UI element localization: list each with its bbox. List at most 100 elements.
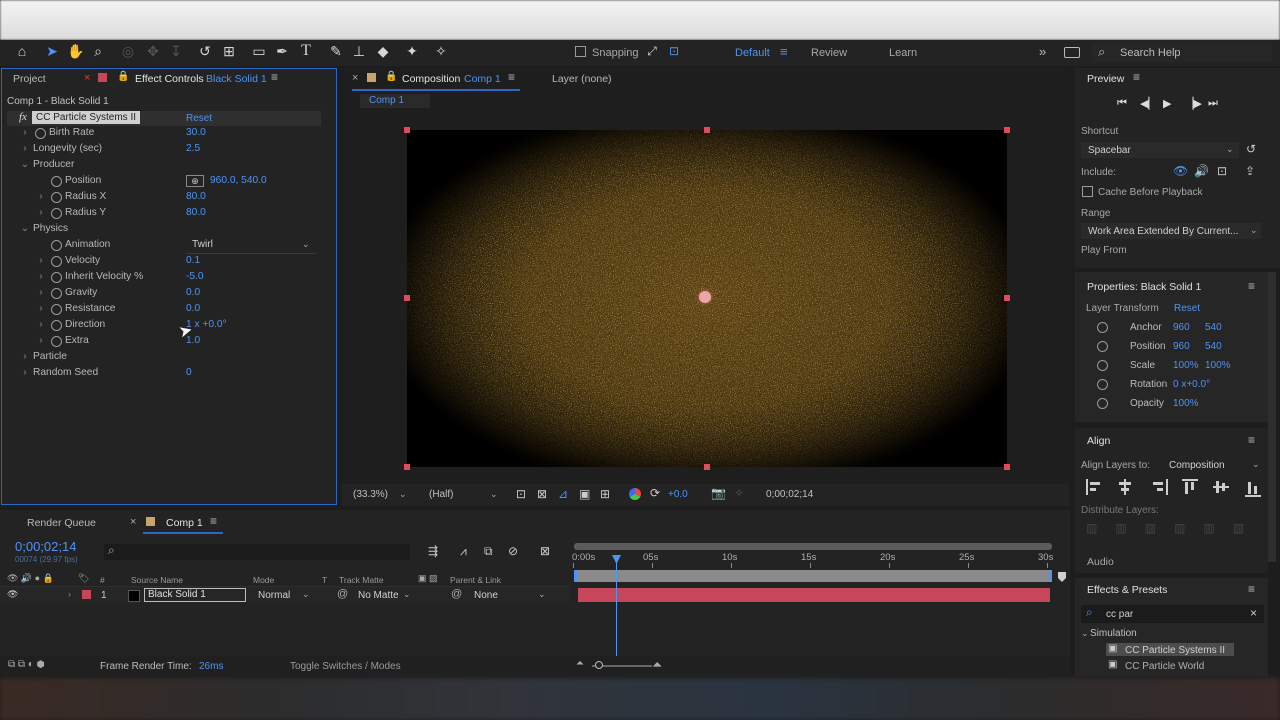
include-overlay-icon[interactable]: ⊡	[1217, 164, 1227, 178]
last-frame-icon[interactable]: ⏭	[1208, 97, 1218, 110]
timeline-search-field[interactable]	[104, 544, 410, 560]
panel-menu-icon[interactable]: ≡	[210, 514, 217, 528]
channels-icon[interactable]	[629, 488, 641, 500]
transform-handle[interactable]	[1004, 295, 1010, 301]
chevron-right-icon[interactable]: ›	[36, 191, 46, 202]
work-area-range[interactable]	[574, 570, 1052, 582]
fast-preview-icon[interactable]: ⊡	[516, 487, 526, 501]
snap-grid-icon[interactable]: ⊡	[666, 43, 682, 59]
align-target-dropdown[interactable]: Composition	[1169, 460, 1225, 471]
reset-shortcut-icon[interactable]: ↺	[1246, 142, 1256, 156]
transform-value-2[interactable]: 540	[1205, 341, 1222, 352]
param-value[interactable]: 0.1	[186, 255, 200, 266]
chevron-right-icon[interactable]: ›	[20, 127, 30, 138]
effect-item-label[interactable]: CC Particle World	[1125, 661, 1204, 672]
panel-menu-icon[interactable]: ≡	[1248, 433, 1255, 447]
dolly-tool-icon[interactable]: ↧	[168, 43, 184, 59]
right-scrollbar[interactable]	[1268, 272, 1276, 562]
tab-composition[interactable]: Composition	[402, 73, 460, 85]
eraser-tool-icon[interactable]: ◆	[375, 43, 391, 59]
chevron-right-icon[interactable]: ›	[36, 271, 46, 282]
zoom-tool-icon[interactable]: ⌕	[90, 43, 106, 59]
param-value[interactable]: -5.0	[186, 271, 204, 282]
composition-mini-flowchart-icon[interactable]: ⇶	[428, 544, 438, 558]
stopwatch-icon[interactable]	[51, 256, 62, 267]
transform-value-1[interactable]: 960	[1173, 341, 1190, 352]
clone-stamp-tool-icon[interactable]: ⊥	[351, 43, 367, 59]
pen-tool-icon[interactable]: ✒	[274, 43, 290, 59]
effect-reset-link[interactable]: Reset	[186, 113, 212, 124]
more-workspaces-icon[interactable]: »	[1039, 44, 1046, 59]
param-row[interactable]: › Velocity 0.1	[0, 254, 336, 270]
layer-label-color[interactable]	[82, 590, 91, 599]
show-snapshot-icon[interactable]: ✧	[734, 486, 744, 500]
stopwatch-icon[interactable]	[51, 176, 62, 187]
align-vcenter-icon[interactable]	[1213, 479, 1229, 495]
toggle-switches-modes[interactable]: Toggle Switches / Modes	[290, 661, 401, 672]
rectangle-tool-icon[interactable]: ▭	[251, 43, 267, 59]
fx-icon[interactable]: fx	[19, 111, 27, 123]
play-icon[interactable]: ▶	[1163, 97, 1171, 110]
stopwatch-icon[interactable]	[51, 304, 62, 315]
zoom-slider-thumb[interactable]	[595, 661, 603, 669]
track-matte-dropdown[interactable]: No Matte	[358, 590, 399, 601]
transform-handle[interactable]	[1004, 127, 1010, 133]
layer-mode-dropdown[interactable]: Normal	[258, 590, 290, 601]
workspace-default[interactable]: Default	[735, 47, 770, 59]
transform-value-2[interactable]: 540	[1205, 322, 1222, 333]
workspace-menu-icon[interactable]: ≡	[780, 44, 788, 59]
anchor-tool-icon[interactable]: ⊞	[221, 43, 237, 59]
home-icon[interactable]: ⌂	[14, 43, 30, 59]
roto-brush-tool-icon[interactable]: ✦	[404, 43, 420, 59]
prev-frame-icon[interactable]: ◀▏	[1140, 97, 1157, 110]
transform-value-1[interactable]: 100%	[1173, 398, 1199, 409]
tab-timeline-comp[interactable]: Comp 1	[166, 517, 203, 529]
stopwatch-icon[interactable]	[51, 288, 62, 299]
first-frame-icon[interactable]: ⏮	[1117, 97, 1127, 110]
stopwatch-icon[interactable]	[51, 192, 62, 203]
hand-tool-icon[interactable]: ✋	[67, 43, 84, 59]
stopwatch-icon[interactable]	[35, 128, 46, 139]
chevron-right-icon[interactable]: ›	[20, 367, 30, 378]
parent-dropdown[interactable]: None	[474, 590, 498, 601]
chevron-right-icon[interactable]: ›	[20, 351, 30, 362]
chevron-right-icon[interactable]: ›	[36, 255, 46, 266]
workspace-learn[interactable]: Learn	[889, 47, 917, 59]
stopwatch-icon[interactable]	[1097, 341, 1108, 352]
transform-handle[interactable]	[704, 127, 710, 133]
stopwatch-icon[interactable]	[1097, 322, 1108, 333]
transform-value-2[interactable]: 100%	[1205, 360, 1231, 371]
chevron-right-icon[interactable]: ›	[36, 303, 46, 314]
param-row[interactable]: › Birth Rate 30.0	[0, 126, 336, 142]
stopwatch-icon[interactable]	[1097, 360, 1108, 371]
chevron-right-icon[interactable]: ›	[36, 287, 46, 298]
param-value[interactable]: 0.0	[186, 303, 200, 314]
param-row[interactable]: › Inherit Velocity % -5.0	[0, 270, 336, 286]
chevron-down-icon[interactable]: ⌄	[20, 159, 30, 170]
chevron-right-icon[interactable]: ›	[36, 319, 46, 330]
param-value[interactable]: 0.0	[186, 287, 200, 298]
tab-comp-name[interactable]: Comp 1	[464, 73, 501, 85]
param-row[interactable]: › Longevity (sec) 2.5	[0, 142, 336, 158]
pan-tool-icon[interactable]: ✥	[145, 43, 161, 59]
param-value[interactable]: 0	[186, 367, 192, 378]
align-bottom-icon[interactable]	[1245, 479, 1261, 497]
stopwatch-icon[interactable]	[51, 208, 62, 219]
camera-snapshot-icon[interactable]: 📷	[711, 486, 726, 500]
align-left-icon[interactable]	[1086, 479, 1104, 495]
param-value[interactable]: 80.0	[186, 191, 206, 202]
stopwatch-icon[interactable]	[51, 320, 62, 331]
chevron-right-icon[interactable]: ›	[36, 335, 46, 346]
exposure-value[interactable]: +0.0	[668, 489, 688, 500]
param-row[interactable]: › Particle	[0, 350, 336, 366]
close-icon[interactable]: ×	[130, 516, 136, 528]
visibility-eye-icon[interactable]: 👁	[7, 589, 18, 600]
region-of-interest-icon[interactable]: ▣	[579, 487, 590, 501]
lock-icon[interactable]: 🔒	[117, 71, 129, 82]
transform-value-1[interactable]: 960	[1173, 322, 1190, 333]
panel-menu-icon[interactable]: ≡	[508, 70, 515, 84]
current-time[interactable]: 0;00;02;14	[15, 539, 76, 554]
transparency-grid-icon[interactable]: ⊠	[537, 487, 547, 501]
transform-handle[interactable]	[404, 464, 410, 470]
include-video-icon[interactable]: 👁	[1173, 164, 1188, 178]
